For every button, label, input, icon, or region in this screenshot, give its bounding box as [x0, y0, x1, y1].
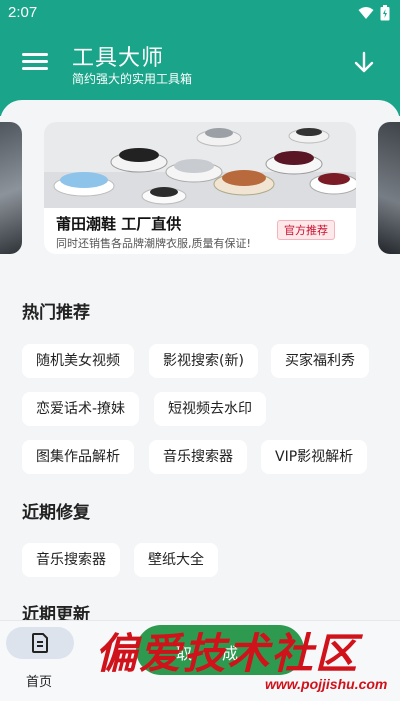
nav-home-button[interactable]	[6, 627, 74, 659]
document-icon	[32, 633, 48, 653]
carousel-prev-card[interactable]	[0, 122, 22, 254]
nav-home-label: 首页	[26, 675, 53, 690]
recent-update-section-title: 近期更新	[22, 605, 90, 620]
hot-section-title: 热门推荐	[22, 303, 90, 323]
tool-chip[interactable]: 图集作品解析	[22, 440, 134, 474]
status-time: 2:07	[8, 4, 38, 21]
tool-chip[interactable]: 音乐搜索器	[22, 543, 120, 577]
main-content: 莆田潮鞋 工厂直供 官方推荐 同时还销售各品牌潮牌衣服,质量有保证! 热门推荐 …	[0, 100, 400, 620]
tool-chip[interactable]: VIP影视解析	[261, 440, 368, 474]
banner-description: 同时还销售各品牌潮牌衣服,质量有保证!	[56, 237, 251, 250]
status-icons	[358, 5, 390, 21]
recommend-badge: 官方推荐	[277, 220, 335, 240]
status-bar: 2:07	[0, 0, 400, 28]
menu-icon	[22, 53, 48, 56]
tool-chip[interactable]: 短视频去水印	[154, 392, 266, 426]
tool-chip[interactable]: 随机美女视频	[22, 344, 134, 378]
wifi-icon	[358, 7, 374, 19]
recent-fix-section-title: 近期修复	[22, 503, 90, 523]
battery-icon	[380, 5, 390, 21]
tool-chip[interactable]: 恋爱话术-撩妹	[22, 392, 140, 426]
tool-chip[interactable]: 音乐搜索器	[149, 440, 247, 474]
download-icon[interactable]	[352, 50, 376, 76]
tool-chip[interactable]: 壁纸大全	[134, 543, 218, 577]
fab-label: 取成	[176, 644, 269, 663]
sneakers-image	[44, 122, 356, 208]
app-title: 工具大师	[72, 46, 165, 71]
app-subtitle: 简约强大的实用工具箱	[72, 72, 193, 86]
carousel-next-card[interactable]	[378, 122, 400, 254]
menu-button[interactable]	[22, 50, 48, 76]
tool-chip[interactable]: 买家福利秀	[271, 344, 369, 378]
promo-banner[interactable]: 莆田潮鞋 工厂直供 官方推荐 同时还销售各品牌潮牌衣服,质量有保证!	[44, 122, 356, 254]
banner-title: 莆田潮鞋 工厂直供	[56, 215, 182, 233]
tool-chip[interactable]: 影视搜索(新)	[149, 344, 258, 378]
